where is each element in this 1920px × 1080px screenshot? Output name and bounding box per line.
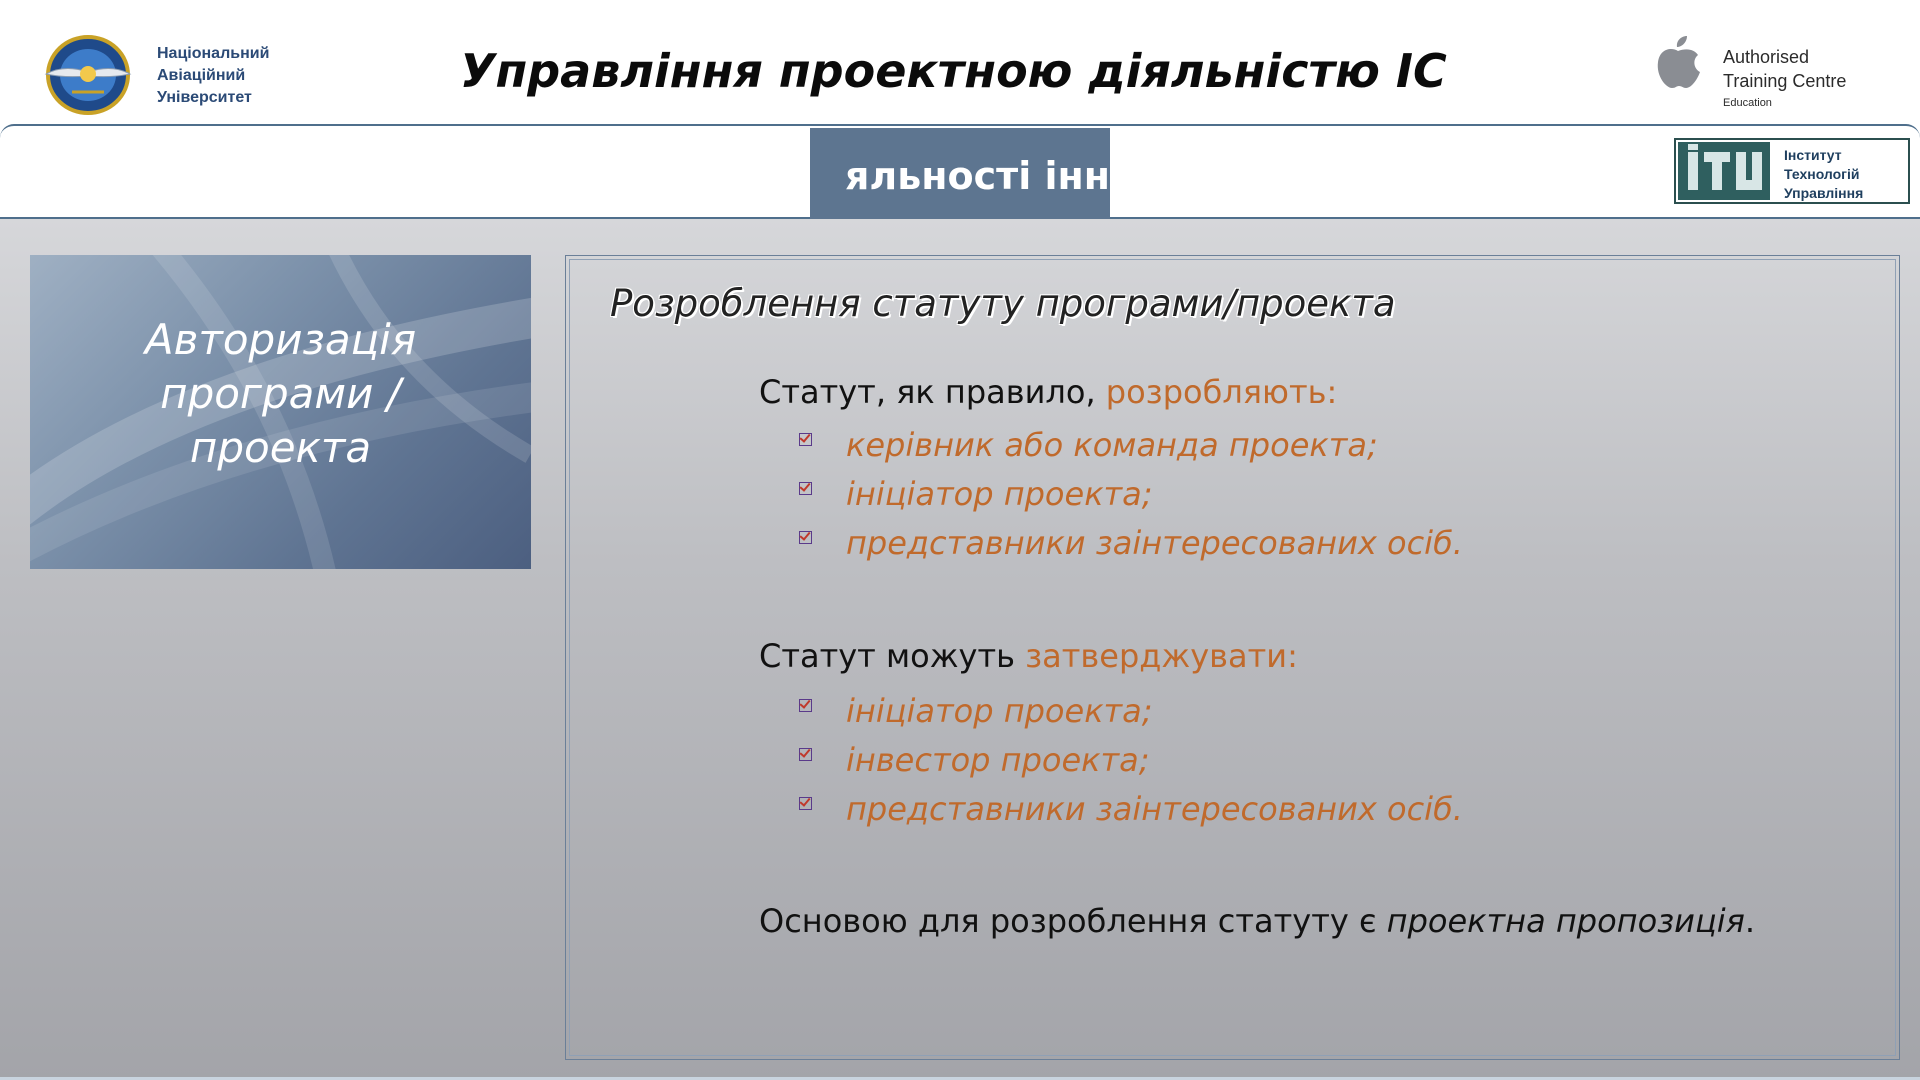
page-title: Управління проектною діяльністю ІС xyxy=(460,44,1447,98)
side-title-line: Авторизація xyxy=(144,315,417,364)
badge-line: Authorised xyxy=(1723,47,1810,67)
apple-logo-icon xyxy=(1657,36,1700,88)
paragraph-trail: . xyxy=(1744,902,1756,940)
list-item: ініціатор проекта; xyxy=(799,469,1463,518)
itu-logo: Інститут Технологій Управління xyxy=(1674,138,1910,204)
slide-header: Національний Авіаційний Університет Упра… xyxy=(0,0,1920,125)
itu-logo-text: Інститут Технологій Управління xyxy=(1784,146,1863,203)
paragraph-accent: розробляють: xyxy=(1105,373,1338,411)
section-title: Розроблення статуту програми/проекта xyxy=(610,282,1396,325)
side-title-line: проекта xyxy=(189,423,372,472)
paragraph-lead: Статут, як правило, xyxy=(759,373,1106,411)
checkbox-bullet-icon xyxy=(799,748,812,761)
list-item: інвестор проекта; xyxy=(799,735,1463,784)
itu-logo-line: Технологій xyxy=(1784,166,1860,182)
paragraph-accent: затверджувати: xyxy=(1025,637,1298,675)
paragraph-lead: Основою для розроблення статуту є xyxy=(759,902,1387,940)
university-name-line: Національний xyxy=(157,45,270,62)
checkbox-bullet-icon xyxy=(799,699,812,712)
list-item-text: представники заінтересованих осіб. xyxy=(846,789,1463,828)
list-item: представники заінтересованих осіб. xyxy=(799,518,1463,567)
list-item-text: керівник або команда проекта; xyxy=(846,425,1378,464)
paragraph-emphasis: проектна пропозиція xyxy=(1386,902,1745,940)
badge-line: Education xyxy=(1723,97,1772,109)
list-item-text: інвестор проекта; xyxy=(846,740,1150,779)
side-title-line: програми / xyxy=(160,369,401,418)
paragraph-basis: Основою для розроблення статуту є проект… xyxy=(759,902,1755,940)
list-item-text: ініціатор проекта; xyxy=(846,691,1153,730)
banner-fade xyxy=(720,126,812,217)
list-item: ініціатор проекта; xyxy=(799,686,1463,735)
side-title-panel: Авторизація програми / проекта xyxy=(30,255,531,569)
checkbox-bullet-icon xyxy=(799,797,812,810)
side-panel-title: Авторизація програми / проекта xyxy=(30,313,531,475)
badge-line: Training Centre xyxy=(1723,71,1847,91)
itu-logo-line: Інститут xyxy=(1784,147,1842,163)
university-name-line: Університет xyxy=(157,89,252,106)
checkbox-bullet-icon xyxy=(799,531,812,544)
itu-logo-line: Управління xyxy=(1784,185,1864,201)
authorised-training-centre-badge: Authorised Training Centre Education xyxy=(1723,45,1846,111)
developers-list: керівник або команда проекта; ініціатор … xyxy=(799,420,1463,567)
banner-tab: яльності інн xyxy=(810,128,1110,219)
checkbox-bullet-icon xyxy=(799,482,812,495)
paragraph-developers: Статут, як правило, розробляють: xyxy=(759,373,1337,411)
approvers-list: ініціатор проекта; інвестор проекта; пре… xyxy=(799,686,1463,833)
list-item: керівник або команда проекта; xyxy=(799,420,1463,469)
title-banner: яльності інн Інститут Технологій Управлі… xyxy=(0,124,1920,219)
banner-tab-text: яльності інн xyxy=(845,154,1110,198)
paragraph-lead: Статут можуть xyxy=(759,637,1026,675)
list-item-text: ініціатор проекта; xyxy=(846,474,1153,513)
list-item: представники заінтересованих осіб. xyxy=(799,784,1463,833)
university-name-line: Авіаційний xyxy=(157,67,246,84)
checkbox-bullet-icon xyxy=(799,433,812,446)
main-content-box: Розроблення статуту програми/проекта Ста… xyxy=(565,255,1900,1060)
university-name: Національний Авіаційний Університет xyxy=(157,43,269,109)
university-emblem-icon xyxy=(44,35,132,115)
slide-content: Авторизація програми / проекта Розроблен… xyxy=(0,219,1920,1080)
list-item-text: представники заінтересованих осіб. xyxy=(846,523,1463,562)
itu-mark-icon xyxy=(1678,142,1770,200)
paragraph-approvers: Статут можуть затверджувати: xyxy=(759,637,1298,675)
